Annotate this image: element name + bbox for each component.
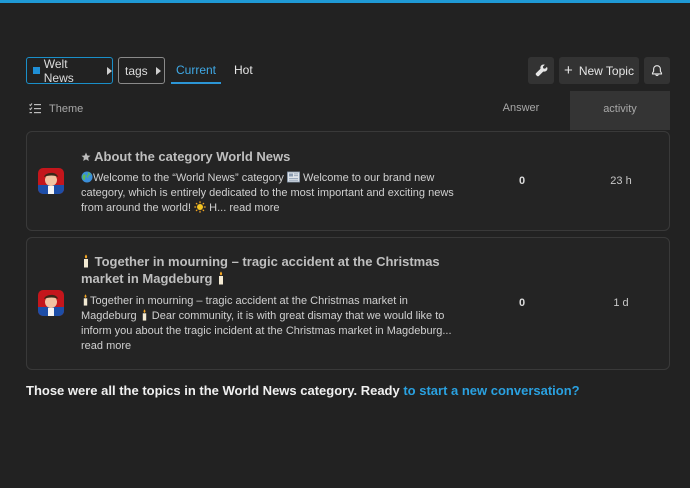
new-topic-label: New Topic — [578, 63, 634, 78]
candle-emoji-icon — [142, 309, 146, 321]
excerpt-part-a: Welcome to the “World News” category — [93, 172, 284, 184]
topic-card[interactable]: About the category World News Welcome to… — [26, 131, 670, 231]
answer-count: 0 — [518, 297, 526, 309]
avatar-image — [38, 290, 64, 316]
topic-title-text: Together in mourning – tragic accident a… — [81, 254, 440, 286]
activity-time[interactable]: 23 h — [571, 175, 671, 187]
topic-title-text: About the category World News — [94, 149, 291, 164]
topic-card[interactable]: Together in mourning – tragic accident a… — [26, 237, 670, 370]
excerpt-part-b: Dear community, it is with great dismay … — [81, 310, 452, 337]
category-label: Welt News — [43, 56, 74, 85]
newspaper-emoji-icon — [287, 171, 300, 183]
new-topic-button[interactable]: + New Topic — [559, 57, 639, 84]
activity-column-header[interactable]: activity — [570, 91, 670, 130]
plus-icon: + — [564, 62, 573, 79]
answer-count: 0 — [518, 175, 526, 187]
admin-wrench-button[interactable] — [528, 57, 554, 84]
sun-emoji-icon — [194, 201, 206, 213]
topic-title[interactable]: Together in mourning – tragic accident a… — [81, 253, 481, 287]
topic-list-header: Theme Answer activity — [26, 91, 670, 130]
start-new-conversation-link[interactable]: to start a new conversation? — [403, 383, 579, 398]
bulk-select-list-icon — [29, 103, 41, 114]
tab-hot[interactable]: Hot — [234, 57, 253, 84]
navigation-bar: Welt News tags Current Hot + New Topic — [26, 56, 670, 85]
candle-emoji-icon — [84, 254, 88, 268]
category-dropdown[interactable]: Welt News — [26, 56, 113, 85]
globe-emoji-icon — [81, 171, 93, 183]
tab-current[interactable]: Current — [171, 57, 221, 84]
candle-emoji-icon — [219, 271, 224, 285]
top-accent-bar — [0, 0, 690, 3]
topic-title[interactable]: About the category World News — [81, 148, 481, 165]
topics-end-message: Those were all the topics in the World N… — [26, 383, 580, 398]
tags-dropdown[interactable]: tags — [118, 57, 165, 84]
category-color-swatch — [33, 67, 40, 74]
caret-right-icon — [155, 66, 161, 75]
topic-excerpt: Together in mourning – tragic accident a… — [81, 294, 461, 354]
caret-right-icon — [107, 66, 112, 75]
read-more-link[interactable]: read more — [229, 202, 279, 214]
pin-icon — [81, 152, 91, 161]
theme-header-label: Theme — [49, 102, 84, 115]
avatar[interactable] — [38, 168, 64, 194]
footer-text: Those were all the topics in the World N… — [26, 383, 404, 398]
excerpt-part-c: H... — [206, 202, 230, 214]
avatar[interactable] — [38, 290, 64, 316]
activity-time[interactable]: 1 d — [571, 297, 671, 309]
avatar-image — [38, 168, 64, 194]
wrench-icon — [535, 64, 547, 77]
tags-label: tags — [125, 63, 148, 78]
theme-column-header[interactable]: Theme — [29, 91, 83, 126]
candle-emoji-icon — [83, 294, 88, 306]
answer-column-header[interactable]: Answer — [490, 91, 552, 126]
topic-excerpt: Welcome to the “World News” category Wel… — [81, 171, 461, 216]
bell-icon — [651, 65, 663, 77]
notifications-button[interactable] — [644, 57, 670, 84]
read-more-link[interactable]: read more — [81, 340, 131, 352]
